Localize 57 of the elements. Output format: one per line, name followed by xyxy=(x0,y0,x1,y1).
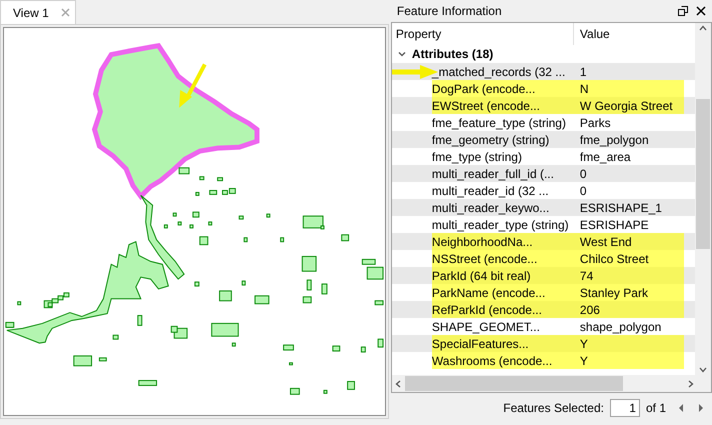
scroll-up-icon[interactable] xyxy=(699,25,707,31)
value-cell: Stanley Park xyxy=(574,284,684,301)
property-cell: EWStreet (encode... xyxy=(432,97,574,114)
value-cell: Y xyxy=(574,335,684,352)
property-cell: Washrooms (encode... xyxy=(432,352,574,369)
scroll-down-icon[interactable] xyxy=(699,367,707,373)
property-cell-text: fme_type (string) xyxy=(432,148,523,165)
vertical-scrollbar[interactable] xyxy=(695,23,711,375)
property-cell: SpecialFeatures... xyxy=(432,335,574,352)
value-cell-text: shape_polygon xyxy=(578,318,662,335)
value-cell-text: ESRISHAPE xyxy=(578,216,650,233)
value-cell-text: ESRISHAPE_1 xyxy=(578,200,663,216)
float-icon[interactable] xyxy=(678,6,688,16)
group-label[interactable]: Attributes (18) xyxy=(412,45,494,63)
property-cell-text: fme_feature_type (string) xyxy=(432,114,567,131)
property-cell-text: fme_geometry (string) xyxy=(432,132,550,148)
property-cell-text: multi_reader_type (string) xyxy=(432,216,570,233)
close-icon[interactable] xyxy=(696,6,706,16)
feature-index-field[interactable]: 1 xyxy=(610,399,640,417)
value-cell-text: 0 xyxy=(578,166,588,182)
property-cell: ParkName (encode... xyxy=(432,284,574,301)
value-cell: West End xyxy=(574,233,684,250)
value-cell-text: Parks xyxy=(578,114,612,131)
property-cell-text: multi_reader_full_id (... xyxy=(432,166,555,182)
property-cell-text: multi_reader_id (32 ... xyxy=(432,182,550,199)
value-cell-text: fme_polygon xyxy=(578,132,650,148)
previous-icon[interactable] xyxy=(678,404,684,412)
property-cell: NeighborhoodNa... xyxy=(432,233,574,250)
property-cell: ParkId (64 bit real) xyxy=(432,267,574,284)
next-icon[interactable] xyxy=(698,404,704,412)
property-cell-text: SHAPE_GEOMET... xyxy=(432,318,541,335)
value-cell: 206 xyxy=(574,301,684,318)
column-header[interactable]: Value xyxy=(574,23,695,45)
value-cell: W Georgia Street xyxy=(574,97,684,114)
value-cell-text: 1 xyxy=(578,64,588,80)
scroll-left-icon[interactable] xyxy=(394,380,401,388)
value-cell: 74 xyxy=(574,267,684,284)
features-selected-label: Features Selected: xyxy=(503,400,604,417)
property-cell: RefParkId (encode... xyxy=(432,301,574,318)
column-header[interactable]: Property xyxy=(392,23,574,45)
horizontal-scrollbar[interactable] xyxy=(392,375,711,392)
value-cell: N xyxy=(574,80,684,97)
scroll-thumb[interactable] xyxy=(404,376,623,391)
value-cell-text: fme_area xyxy=(578,148,632,165)
property-cell: DogPark (encode... xyxy=(432,80,574,97)
chevron-icon[interactable] xyxy=(398,50,406,58)
value-cell-text: 0 xyxy=(578,182,588,199)
scroll-right-icon[interactable] xyxy=(688,380,694,388)
scroll-thumb[interactable] xyxy=(696,99,710,249)
property-cell-text: multi_reader_keywo... xyxy=(432,200,550,216)
feature-count: of 1 xyxy=(646,400,666,417)
property-cell: NSStreet (encode... xyxy=(432,250,574,267)
value-cell: Y xyxy=(574,352,684,369)
value-cell: Chilco Street xyxy=(574,250,684,267)
view-tab[interactable]: View 1 xyxy=(0,0,76,24)
panel-title: Feature Information xyxy=(396,3,502,20)
property-cell-text: _matched_records (32 ... xyxy=(432,64,566,80)
